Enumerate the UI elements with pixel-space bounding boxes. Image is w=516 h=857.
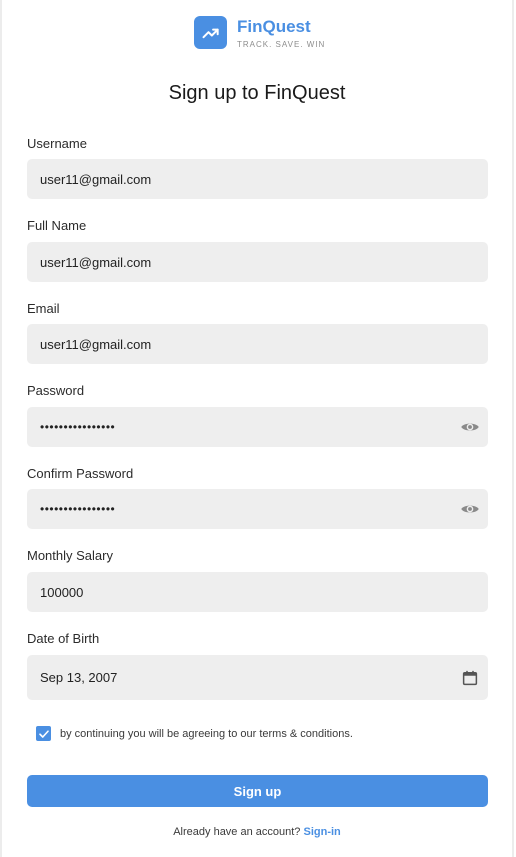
trending-up-icon bbox=[194, 16, 227, 49]
brand-name: FinQuest bbox=[237, 17, 311, 36]
eye-icon[interactable] bbox=[460, 417, 480, 437]
terms-text: by continuing you will be agreeing to ou… bbox=[60, 727, 353, 740]
password-label: Password bbox=[27, 383, 85, 398]
sign-in-link[interactable]: Sign-in bbox=[303, 826, 340, 838]
monthly-salary-value: 100000 bbox=[40, 584, 84, 600]
sign-in-row: Already have an account? Sign-in bbox=[0, 826, 514, 838]
sign-in-prompt: Already have an account? bbox=[173, 826, 301, 838]
confirm-password-value: •••••••••••••••• bbox=[40, 502, 116, 516]
confirm-password-field[interactable]: •••••••••••••••• bbox=[27, 489, 488, 529]
full-name-value: user11@gmail.com bbox=[40, 254, 152, 270]
monthly-salary-field[interactable]: 100000 bbox=[27, 572, 488, 612]
email-label: Email bbox=[27, 301, 60, 316]
monthly-salary-label: Monthly Salary bbox=[27, 548, 113, 563]
date-of-birth-field[interactable]: Sep 13, 2007 bbox=[27, 655, 488, 700]
confirm-password-label: Confirm Password bbox=[27, 466, 134, 481]
username-label: Username bbox=[27, 136, 87, 151]
email-value: user11@gmail.com bbox=[40, 336, 152, 352]
password-field[interactable]: •••••••••••••••• bbox=[27, 407, 488, 447]
brand-header: FinQuest TRACK. SAVE. WIN bbox=[194, 16, 325, 49]
terms-row: by continuing you will be agreeing to ou… bbox=[36, 726, 353, 741]
terms-checkbox[interactable] bbox=[36, 726, 51, 741]
date-of-birth-value: Sep 13, 2007 bbox=[40, 670, 118, 685]
date-of-birth-label: Date of Birth bbox=[27, 631, 100, 646]
password-value: •••••••••••••••• bbox=[40, 420, 116, 434]
full-name-field[interactable]: user11@gmail.com bbox=[27, 242, 488, 282]
page-title: Sign up to FinQuest bbox=[168, 82, 346, 104]
checkmark-icon bbox=[38, 729, 49, 738]
full-name-label: Full Name bbox=[27, 218, 87, 233]
brand-tagline: TRACK. SAVE. WIN bbox=[237, 40, 326, 49]
username-value: user11@gmail.com bbox=[40, 171, 152, 187]
eye-icon[interactable] bbox=[460, 499, 480, 519]
sign-up-button[interactable]: Sign up bbox=[27, 775, 488, 807]
username-field[interactable]: user11@gmail.com bbox=[27, 159, 488, 199]
email-field[interactable]: user11@gmail.com bbox=[27, 324, 488, 364]
calendar-icon[interactable] bbox=[460, 668, 480, 688]
